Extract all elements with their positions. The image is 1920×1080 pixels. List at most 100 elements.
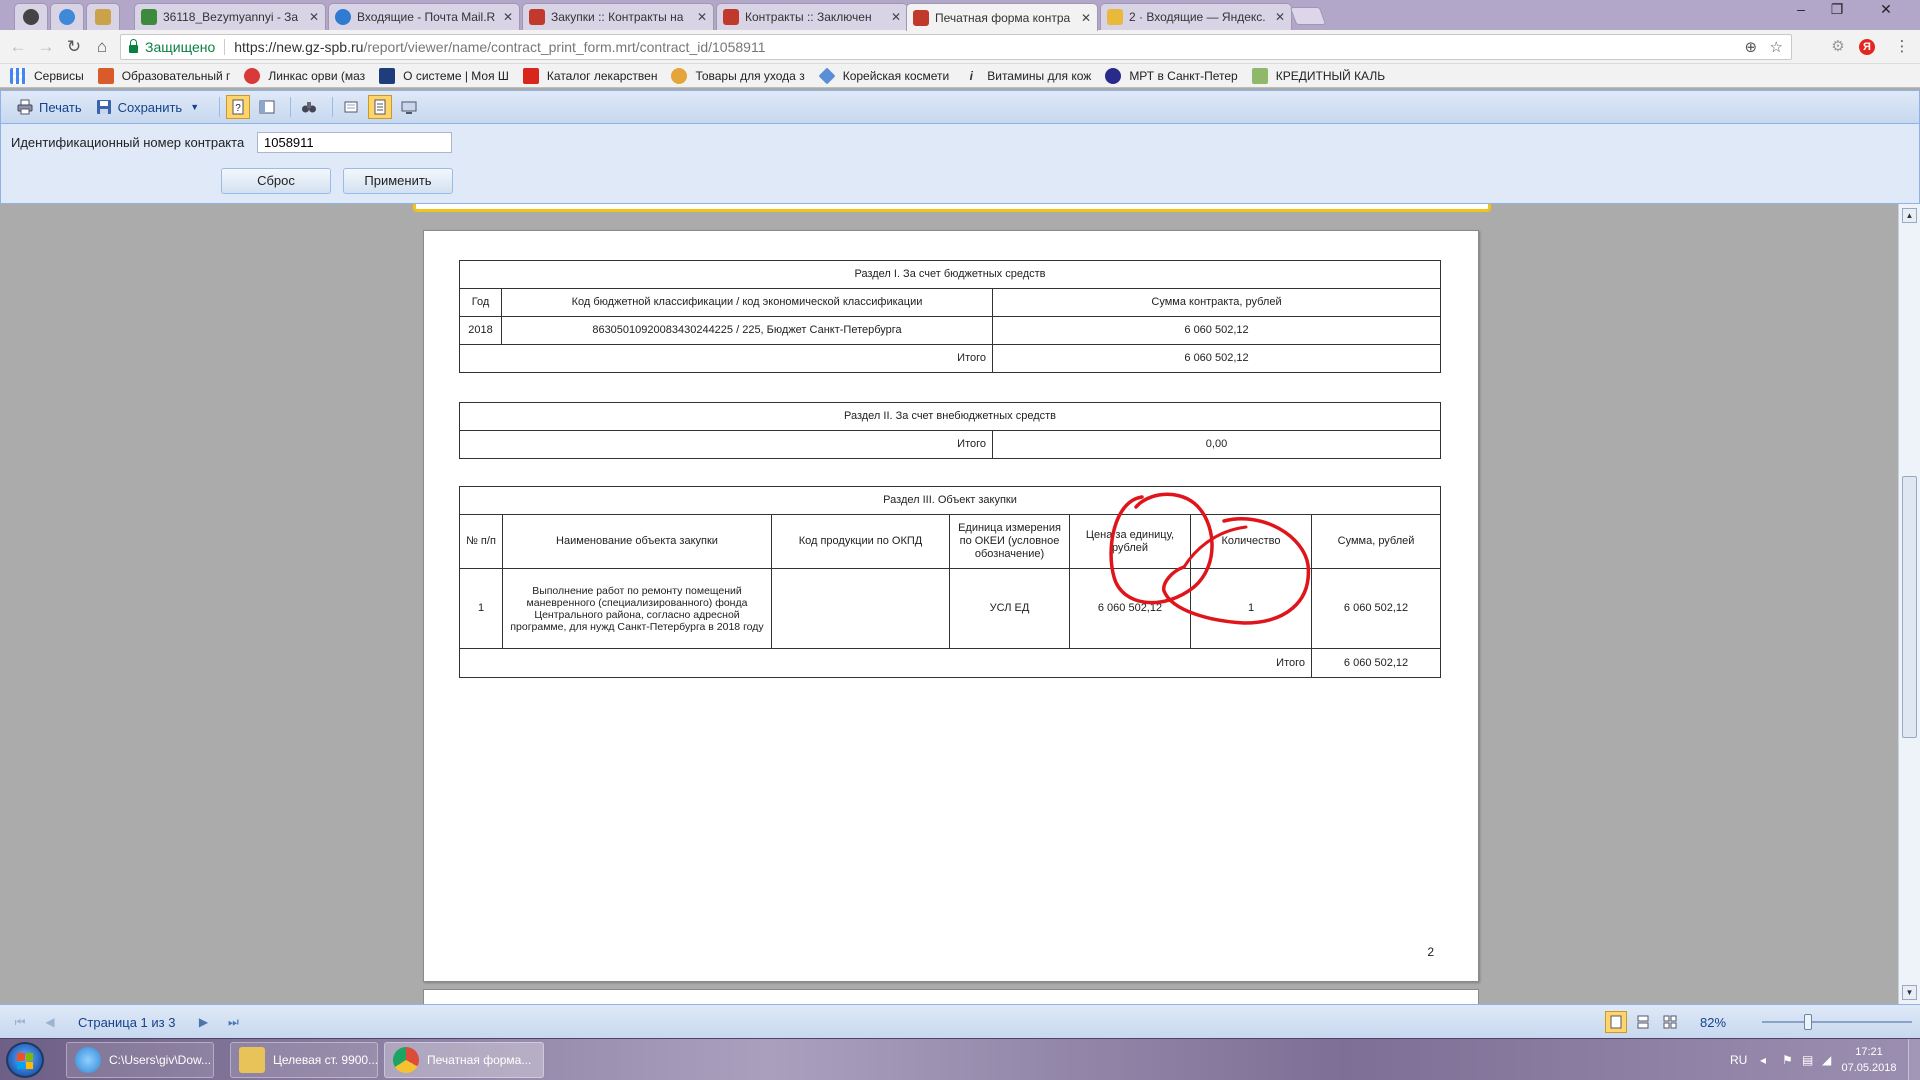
whole-report-button[interactable] (368, 95, 393, 119)
mail-icon (335, 9, 351, 25)
contract-id-input[interactable] (257, 132, 452, 153)
start-button[interactable] (6, 1042, 44, 1078)
bookmark-item[interactable]: Товары для ухода з (671, 67, 805, 84)
star-icon[interactable]: ☆ (1770, 39, 1783, 56)
maximize-icon[interactable]: ❐ (1822, 0, 1852, 20)
close-icon[interactable]: ✕ (1275, 10, 1285, 24)
last-page-icon[interactable]: ⏭ (223, 1015, 243, 1030)
tab-title: Контракты :: Заключен (745, 10, 872, 24)
toolbar-divider (332, 97, 334, 117)
save-label: Сохранить (117, 99, 183, 115)
bookmark-item[interactable]: КРЕДИТНЫЙ КАЛЬ (1251, 67, 1385, 84)
bookmark-item[interactable]: О системе | Моя Ш (379, 67, 509, 84)
bookmarks-panel-button[interactable] (255, 95, 279, 119)
report-viewport[interactable]: Раздел I. За счет бюджетных средств Год … (0, 204, 1898, 1004)
reload-icon[interactable]: ↻ (64, 37, 84, 57)
apply-button[interactable]: Применить (343, 168, 453, 194)
bookmark-item[interactable]: Линкас орви (маз (244, 67, 365, 84)
tab-zakupki[interactable]: Закупки :: Контракты на ✕ (522, 3, 714, 30)
close-icon[interactable]: ✕ (309, 10, 319, 24)
parameters-toggle-button[interactable]: ? (226, 95, 251, 119)
taskbar-item-ie[interactable]: C:\Users\giv\Dow... (66, 1042, 214, 1078)
bookmark-apps[interactable]: Сервисы (10, 67, 84, 84)
zoom-icon[interactable]: ⊕ (1744, 39, 1757, 56)
menu-icon[interactable]: ⋮ (1892, 37, 1912, 57)
scroll-up-icon[interactable]: ▲ (1902, 208, 1917, 223)
network-icon[interactable]: ▤ (1802, 1039, 1813, 1080)
action-center-icon[interactable]: ⚑ (1782, 1039, 1793, 1080)
tray-chevron-icon[interactable]: ◂ (1760, 1039, 1766, 1080)
home-icon[interactable]: ⌂ (92, 37, 112, 57)
yandex-icon[interactable]: Я (1859, 39, 1875, 55)
single-page-button[interactable] (339, 95, 363, 119)
viewer-status-bar: ⏮ ◀ Страница 1 из 3 ▶ ⏭ 82% (0, 1004, 1920, 1038)
print-button[interactable]: Печать (17, 99, 82, 115)
find-button[interactable] (297, 95, 321, 119)
language-indicator[interactable]: RU (1730, 1039, 1747, 1080)
view-continuous-icon[interactable] (1632, 1011, 1654, 1033)
bookmark-label: Витамины для кож (987, 68, 1092, 83)
minimize-icon[interactable]: – (1786, 0, 1816, 20)
next-page-icon[interactable]: ▶ (193, 1015, 213, 1029)
scroll-down-icon[interactable]: ▼ (1902, 985, 1917, 1000)
close-icon[interactable]: ✕ (503, 10, 513, 24)
window-close-icon[interactable]: ✕ (1862, 0, 1910, 20)
reset-button[interactable]: Сброс (221, 168, 331, 194)
bookmark-item[interactable]: МРТ в Санкт-Петер (1105, 67, 1238, 84)
tab-pinned-2[interactable] (50, 3, 84, 30)
first-page-icon[interactable]: ⏮ (10, 1015, 30, 1030)
vertical-scrollbar[interactable]: ▲ ▼ (1898, 204, 1920, 1004)
gavel-icon (913, 9, 929, 26)
scroll-thumb[interactable] (1902, 476, 1917, 738)
windows-taskbar: C:\Users\giv\Dow... Целевая ст. 9900... … (0, 1038, 1920, 1080)
bookmark-item[interactable]: Каталог лекарствен (522, 67, 657, 84)
bookmark-item[interactable]: Корейская космети (818, 67, 949, 84)
clock-date: 07.05.2018 (1841, 1062, 1897, 1074)
print-label: Печать (39, 99, 82, 115)
toolbar-divider (219, 97, 221, 117)
gavel-icon (723, 9, 739, 25)
bookmark-item[interactable]: i Витамины для кож (963, 68, 1092, 84)
tab-attachment[interactable]: 36118_Bezymyannyi - За ✕ (134, 3, 326, 30)
secure-indicator[interactable]: Защищено (129, 39, 215, 55)
cell-number: 1 (459, 568, 503, 649)
cell-contract-sum: 6 060 502,12 (991, 316, 1442, 345)
section3-table: Раздел III. Объект закупки № п/п Наимено… (458, 486, 1442, 678)
forward-icon[interactable]: → (36, 37, 56, 57)
tab-yandex-mail[interactable]: 2 · Входящие — Яндекс. ✕ (1100, 3, 1292, 30)
panel-icon (259, 100, 275, 114)
tab-pinned-3[interactable] (86, 3, 120, 30)
extension-icon[interactable]: ⚙ (1828, 37, 1848, 57)
fullscreen-button[interactable] (397, 95, 421, 119)
zoom-slider-track[interactable] (1762, 1021, 1912, 1023)
save-button[interactable]: Сохранить ▼ (96, 99, 199, 115)
taskbar-item-folder[interactable]: Целевая ст. 9900... (230, 1042, 378, 1078)
zoom-slider-handle[interactable] (1804, 1014, 1812, 1030)
page-number: 2 (1427, 945, 1434, 959)
bookmark-label: Образовательный г (121, 68, 231, 83)
chevron-down-icon[interactable]: ▼ (190, 102, 199, 112)
close-icon[interactable]: ✕ (697, 10, 707, 24)
back-icon[interactable]: ← (8, 37, 28, 57)
prev-page-icon[interactable]: ◀ (40, 1015, 60, 1029)
bookmark-item[interactable]: Образовательный г (97, 67, 231, 84)
total-label: Итого (459, 648, 1312, 678)
system-clock[interactable]: 17:21 07.05.2018 (1836, 1044, 1902, 1076)
tab-pinned-1[interactable] (14, 3, 48, 30)
close-icon[interactable]: ✕ (891, 10, 901, 24)
view-multiple-pages-icon[interactable] (1659, 1011, 1681, 1033)
taskbar-item-chrome[interactable]: Печатная форма... (384, 1042, 544, 1078)
view-single-page-icon[interactable] (1605, 1011, 1627, 1033)
bookmark-label: МРТ в Санкт-Петер (1129, 68, 1238, 83)
tab-contracts[interactable]: Контракты :: Заключен ✕ (716, 3, 908, 30)
volume-icon[interactable]: ◢ (1822, 1039, 1831, 1080)
header-unit: Единица измерения по ОКЕИ (условное обоз… (949, 514, 1070, 569)
address-bar[interactable]: Защищено https://new.gz-spb.ru/report/vi… (120, 34, 1792, 60)
tab-mail[interactable]: Входящие - Почта Mail.R ✕ (328, 3, 520, 30)
tab-print-form[interactable]: Печатная форма контра ✕ (906, 3, 1098, 31)
new-tab-button[interactable] (1289, 7, 1327, 25)
table-row: 1 Выполнение работ по ремонту помещений … (459, 568, 1442, 649)
show-desktop-button[interactable] (1908, 1039, 1920, 1080)
section2-title: Раздел II. За счет внебюджетных средств (459, 402, 1441, 431)
close-icon[interactable]: ✕ (1081, 11, 1091, 25)
